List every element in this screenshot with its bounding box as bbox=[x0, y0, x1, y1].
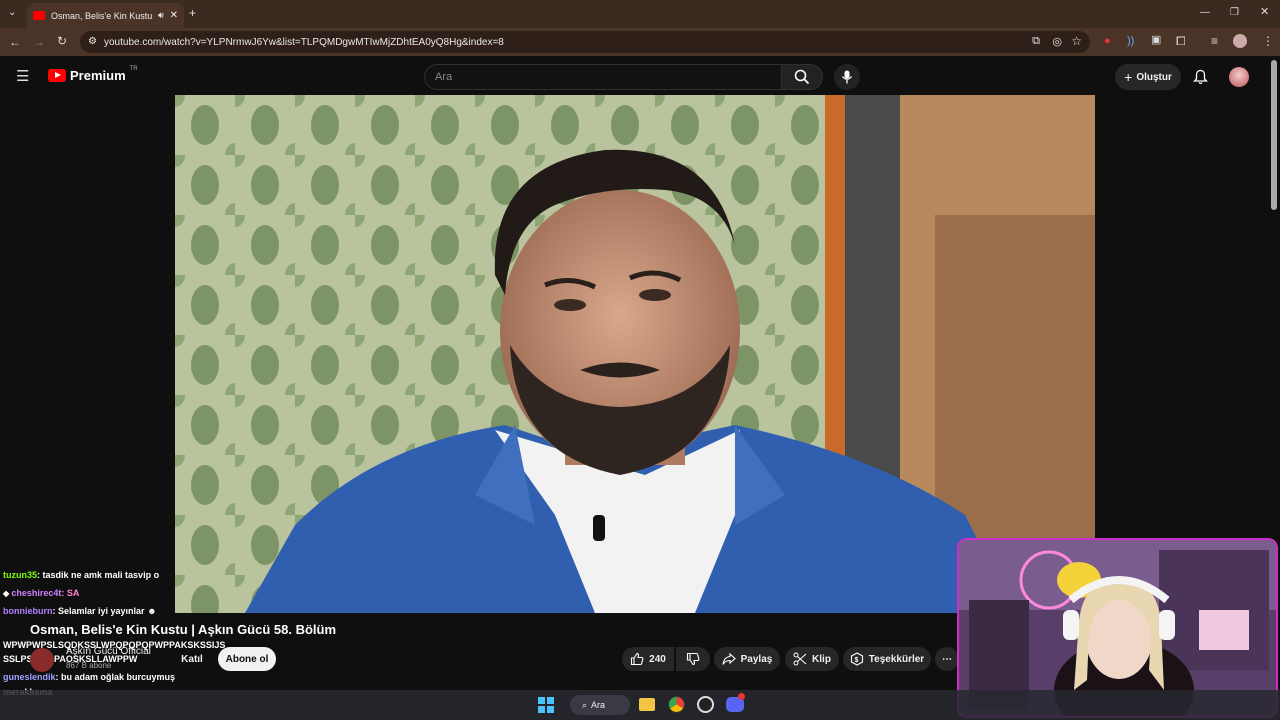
window-minimize-icon[interactable]: — bbox=[1200, 8, 1210, 18]
scissors-icon bbox=[793, 652, 807, 666]
chat-text: : bu adam oğlak burcuymuş bbox=[55, 672, 176, 682]
youtube-logo[interactable]: Premium TR bbox=[48, 65, 138, 83]
browser-menu-icon[interactable]: ⋮ bbox=[1262, 35, 1274, 47]
media-controls-icon[interactable]: ≡ bbox=[1211, 35, 1218, 47]
thanks-button[interactable]: $ Teşekkürler bbox=[843, 647, 931, 671]
taskbar-search-icon: ⌕ bbox=[582, 699, 588, 710]
extensions-puzzle-icon[interactable]: ⧠ bbox=[1176, 35, 1186, 47]
search-placeholder: Ara bbox=[435, 71, 453, 83]
subscribe-button[interactable]: Abone ol bbox=[218, 647, 276, 671]
tab-list-chevron-icon[interactable]: ⌄ bbox=[8, 8, 16, 18]
chat-username: bonnieburn bbox=[3, 606, 53, 616]
chat-message: bonnieburn: Selamlar iyi yayınlar ☻ bbox=[3, 606, 157, 616]
taskbar-search-label: Ara bbox=[591, 700, 606, 710]
chat-username: tuzun35 bbox=[3, 570, 38, 580]
obs-icon[interactable] bbox=[697, 696, 714, 713]
join-label: Katıl bbox=[181, 653, 203, 665]
share-icon bbox=[722, 652, 736, 665]
install-app-icon[interactable]: ⧉ bbox=[1032, 35, 1040, 48]
back-icon[interactable]: ← bbox=[9, 36, 21, 48]
emote-icon: ☻ bbox=[144, 606, 157, 616]
account-avatar[interactable] bbox=[1229, 67, 1249, 87]
tracking-hidden-icon[interactable]: ◎ bbox=[1052, 35, 1062, 48]
channel-avatar[interactable] bbox=[30, 648, 54, 672]
chat-message: ◆ cheshirec4t: SA bbox=[3, 588, 79, 598]
share-button[interactable]: Paylaş bbox=[714, 647, 780, 671]
plus-icon: + bbox=[1124, 69, 1133, 85]
subscriber-count: 867 B abone bbox=[66, 661, 112, 670]
page-scrollbar[interactable] bbox=[1271, 60, 1277, 210]
thanks-label: Teşekkürler bbox=[868, 653, 925, 665]
taskbar-search[interactable]: ⌕ Ara bbox=[570, 695, 630, 715]
subscribe-label: Abone ol bbox=[225, 653, 269, 665]
like-count: 240 bbox=[649, 653, 666, 665]
tab-close-icon[interactable]: ✕ bbox=[170, 10, 178, 21]
extension-audio-icon[interactable]: )) bbox=[1127, 36, 1134, 47]
extension-cat-icon[interactable]: ▣ bbox=[1151, 35, 1161, 46]
chrome-icon[interactable] bbox=[668, 696, 685, 713]
search-input[interactable]: Ara bbox=[424, 64, 782, 90]
logo-text: Premium bbox=[70, 68, 126, 83]
clip-label: Klip bbox=[812, 653, 831, 665]
like-button[interactable]: 240 bbox=[622, 647, 674, 671]
video-frame bbox=[175, 95, 1095, 613]
browser-tab-strip: ⌄ Osman, Belis'e Kin Kustu | Aşkın... 🔊︎… bbox=[0, 0, 1280, 28]
site-info-icon[interactable]: ⚙ bbox=[88, 36, 97, 47]
chat-username: cheshirec4t bbox=[11, 588, 62, 598]
logo-region: TR bbox=[129, 65, 138, 72]
create-label: Oluştur bbox=[1136, 71, 1172, 83]
chat-message: guneslendik: bu adam oğlak burcuymuş bbox=[3, 672, 175, 682]
dislike-button[interactable] bbox=[676, 647, 710, 671]
youtube-play-logo-icon bbox=[48, 69, 66, 82]
microphone-icon bbox=[841, 70, 853, 84]
chat-message: tuzun35: tasdik ne amk mali tasvip o bbox=[3, 570, 159, 580]
join-button[interactable]: Katıl bbox=[170, 647, 214, 671]
create-button[interactable]: + Oluştur bbox=[1115, 64, 1181, 90]
profile-avatar-icon[interactable] bbox=[1233, 34, 1247, 48]
audio-playing-icon[interactable]: 🔊︎ bbox=[158, 10, 164, 21]
browser-tab[interactable]: Osman, Belis'e Kin Kustu | Aşkın... 🔊︎ ✕ bbox=[27, 3, 184, 28]
search-icon bbox=[794, 69, 810, 85]
chat-text: : Selamlar iyi yayınlar bbox=[52, 606, 145, 616]
share-label: Paylaş bbox=[740, 653, 773, 665]
thanks-dollar-icon: $ bbox=[850, 652, 863, 666]
reload-icon[interactable]: ↻ bbox=[57, 35, 67, 47]
voice-search-button[interactable] bbox=[834, 64, 860, 90]
thumbs-up-icon bbox=[631, 652, 644, 666]
window-close-icon[interactable]: ✕ bbox=[1260, 7, 1269, 18]
chat-text: : tasdik ne amk mali tasvip o bbox=[37, 570, 160, 580]
search-button[interactable] bbox=[781, 64, 823, 90]
new-tab-icon[interactable]: + bbox=[189, 7, 196, 19]
chat-text: : SA bbox=[61, 588, 80, 598]
video-title: Osman, Belis'e Kin Kustu | Aşkın Gücü 58… bbox=[30, 622, 337, 637]
thumbs-down-icon bbox=[686, 652, 700, 666]
forward-icon[interactable]: → bbox=[33, 36, 45, 48]
window-restore-icon[interactable]: ❐ bbox=[1230, 8, 1239, 18]
file-explorer-icon[interactable] bbox=[639, 698, 655, 711]
chat-username: guneslendik bbox=[3, 672, 56, 682]
extension-red-icon[interactable]: ● bbox=[1104, 36, 1111, 47]
svg-text:$: $ bbox=[854, 657, 858, 664]
windows-taskbar: ⌕ Ara bbox=[0, 690, 1280, 720]
notifications-bell-icon[interactable] bbox=[1193, 69, 1208, 85]
address-bar[interactable]: ⚙ youtube.com/watch?v=YLPNrmwJ6Yw&list=T… bbox=[80, 31, 1090, 53]
channel-name[interactable]: Aşkın Gücü Official bbox=[66, 646, 151, 657]
youtube-favicon-icon bbox=[33, 11, 45, 20]
notification-badge bbox=[738, 693, 745, 700]
more-horizontal-icon: ⋯ bbox=[942, 653, 952, 665]
hamburger-menu-icon[interactable]: ☰ bbox=[16, 69, 29, 84]
tab-title: Osman, Belis'e Kin Kustu | Aşkın... bbox=[51, 10, 152, 21]
video-player[interactable] bbox=[175, 95, 1095, 613]
windows-start-icon[interactable] bbox=[538, 697, 554, 713]
more-actions-button[interactable]: ⋯ bbox=[935, 647, 959, 671]
clip-button[interactable]: Klip bbox=[785, 647, 839, 671]
url-text: youtube.com/watch?v=YLPNrmwJ6Yw&list=TLP… bbox=[104, 36, 504, 48]
bookmark-star-icon[interactable]: ☆ bbox=[1071, 34, 1082, 48]
